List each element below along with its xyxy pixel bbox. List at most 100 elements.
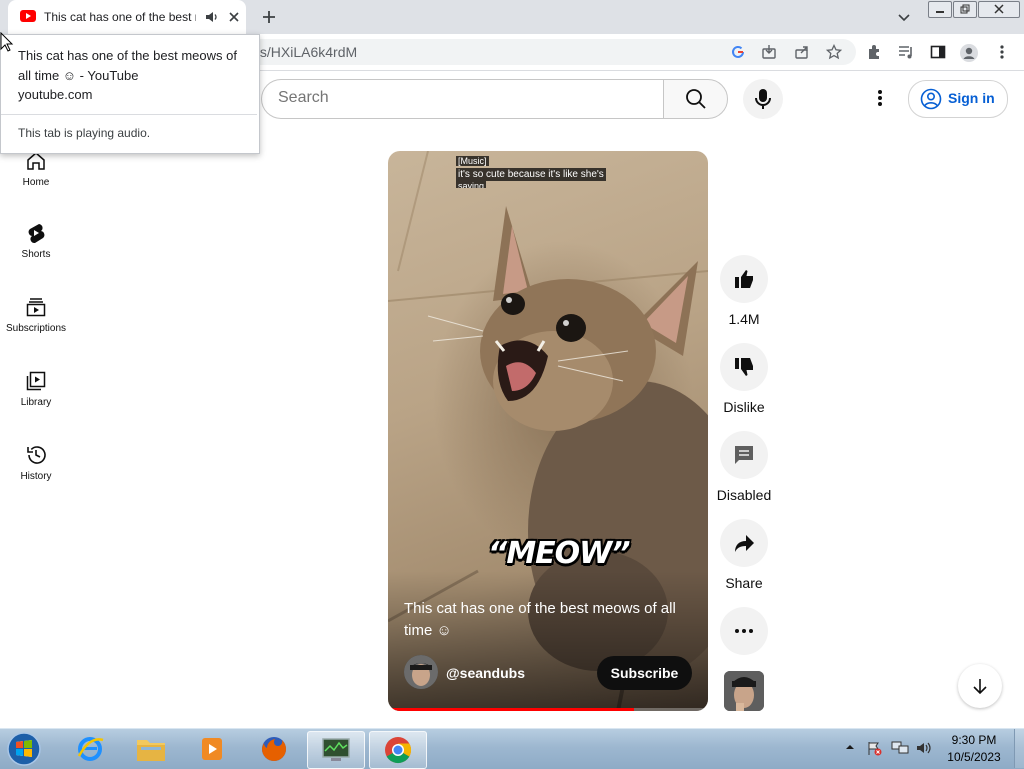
guide-item-subscriptions[interactable]: Subscriptions xyxy=(0,296,72,334)
side-panel-icon[interactable] xyxy=(930,44,946,60)
next-short-button[interactable] xyxy=(958,664,1002,708)
comment-icon xyxy=(735,446,753,464)
new-tab-icon[interactable] xyxy=(260,8,278,26)
taskbar-media-player[interactable] xyxy=(184,731,240,767)
youtube-favicon-icon xyxy=(20,10,36,22)
guide-label-library: Library xyxy=(20,397,52,408)
taskbar-chrome[interactable] xyxy=(369,731,427,769)
internet-explorer-icon xyxy=(77,737,104,761)
shorts-player[interactable]: [Music] it's so cute because it's like s… xyxy=(388,151,708,711)
search-input[interactable]: Search xyxy=(278,89,329,107)
browser-tab[interactable]: This cat has one of the best meows of al… xyxy=(8,0,246,34)
close-window-icon[interactable] xyxy=(978,1,1020,18)
clock-time[interactable]: 9:30 PM xyxy=(940,733,1008,747)
guide-label-home: Home xyxy=(22,177,50,188)
more-actions-button[interactable] xyxy=(720,607,768,655)
guide-item-home[interactable]: Home xyxy=(0,150,72,188)
account-circle-icon xyxy=(920,88,942,110)
taskbar-task-manager[interactable] xyxy=(307,731,365,769)
guide-label-subscriptions: Subscriptions xyxy=(5,323,67,334)
search-button[interactable] xyxy=(663,79,728,119)
minimize-window-icon[interactable] xyxy=(928,1,952,18)
bookmark-star-icon[interactable] xyxy=(826,44,842,60)
guide-item-history[interactable]: History xyxy=(0,444,72,482)
share-button[interactable] xyxy=(720,519,768,567)
video-title[interactable]: This cat has one of the best meows of al… xyxy=(404,598,694,642)
search-icon xyxy=(685,89,706,109)
guide-item-library[interactable]: Library xyxy=(0,370,72,408)
profile-avatar-icon[interactable] xyxy=(960,44,978,62)
media-player-icon xyxy=(202,738,222,760)
volume-icon[interactable] xyxy=(915,740,933,756)
close-tab-icon[interactable] xyxy=(226,9,242,25)
chrome-menu-icon[interactable] xyxy=(995,44,1009,60)
restore-window-icon[interactable] xyxy=(953,1,977,18)
hover-card-divider xyxy=(1,114,257,115)
comments-disabled-label: Disabled xyxy=(716,487,772,503)
taskbar-internet-explorer[interactable] xyxy=(62,731,118,767)
dislike-label: Dislike xyxy=(723,399,765,415)
progress-fill xyxy=(388,708,635,711)
chevron-down-icon[interactable] xyxy=(896,9,912,25)
folder-icon xyxy=(137,740,165,761)
guide-label-history: History xyxy=(20,471,52,482)
microphone-icon xyxy=(755,89,771,109)
arrow-down-icon xyxy=(973,679,987,695)
playback-progress[interactable] xyxy=(388,708,708,711)
subscribe-button[interactable]: Subscribe xyxy=(597,656,692,690)
more-horizontal-icon xyxy=(735,629,753,633)
like-button[interactable] xyxy=(720,255,768,303)
extensions-icon[interactable] xyxy=(866,44,882,60)
tab-title: This cat has one of the best meows of al… xyxy=(44,10,196,24)
task-manager-icon xyxy=(322,738,350,761)
action-center-flag-icon[interactable] xyxy=(866,740,882,756)
settings-more-icon[interactable] xyxy=(870,88,890,108)
caption-line-cut: saying xyxy=(456,181,487,188)
mouse-cursor-icon xyxy=(0,32,14,52)
thumbs-up-icon xyxy=(735,270,753,288)
url-text[interactable]: ts/HXiLA6k4rdM xyxy=(256,44,357,60)
google-lens-icon[interactable] xyxy=(730,44,746,60)
sound-thumbnail[interactable] xyxy=(724,671,764,711)
firefox-icon xyxy=(262,737,286,761)
caption-music: [Music] xyxy=(456,156,489,166)
dislike-button[interactable] xyxy=(720,343,768,391)
taskbar-file-explorer[interactable] xyxy=(123,731,179,767)
meow-overlay-text: “MEOW” xyxy=(488,536,631,571)
hover-card-audio-status: This tab is playing audio. xyxy=(18,126,151,140)
media-controls-icon[interactable] xyxy=(898,44,914,60)
guide-label-shorts: Shorts xyxy=(21,249,51,260)
guide-item-shorts[interactable]: Shorts xyxy=(0,222,72,260)
hover-card-domain: youtube.com xyxy=(18,87,93,102)
voice-search-button[interactable] xyxy=(743,79,783,119)
history-icon xyxy=(27,446,46,464)
start-button[interactable] xyxy=(4,730,44,768)
more-actions[interactable] xyxy=(720,607,768,655)
caption-line: it's so cute because it's like she's xyxy=(456,168,606,181)
taskbar-firefox[interactable] xyxy=(246,731,302,767)
clock-date[interactable]: 10/5/2023 xyxy=(940,750,1008,764)
channel-avatar[interactable] xyxy=(404,655,438,689)
show-desktop-button[interactable] xyxy=(1014,729,1024,768)
hover-card-title: This cat has one of the best meows of al… xyxy=(18,48,237,83)
thumbs-down-icon xyxy=(735,358,753,376)
show-hidden-icons-icon[interactable] xyxy=(845,742,855,752)
install-app-icon[interactable] xyxy=(761,44,777,60)
chrome-icon xyxy=(385,737,412,764)
share-arrow-icon xyxy=(735,535,754,552)
dislike-action[interactable]: Dislike xyxy=(720,343,768,415)
comments-action[interactable]: Disabled xyxy=(717,431,771,503)
subscriptions-icon xyxy=(26,298,46,317)
library-icon xyxy=(26,371,46,391)
sign-in-label[interactable]: Sign in xyxy=(948,90,995,106)
like-action[interactable]: 1.4M xyxy=(720,255,768,327)
shorts-icon xyxy=(28,224,45,244)
like-count: 1.4M xyxy=(728,311,760,327)
windows-orb-icon xyxy=(7,732,41,766)
share-action[interactable]: Share xyxy=(720,519,768,591)
channel-name[interactable]: @seandubs xyxy=(446,665,525,681)
network-icon[interactable] xyxy=(891,740,909,756)
share-page-icon[interactable] xyxy=(794,44,810,60)
speaker-icon[interactable] xyxy=(204,9,220,25)
comments-button[interactable] xyxy=(720,431,768,479)
